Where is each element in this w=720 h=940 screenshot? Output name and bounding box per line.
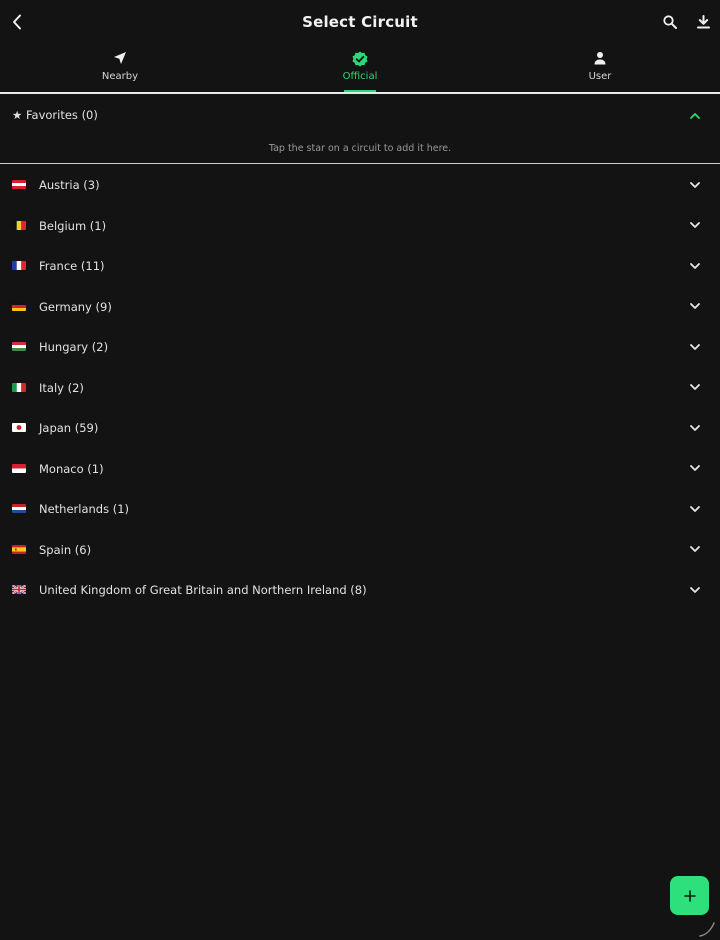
chevron-down-icon	[690, 343, 700, 350]
italy-flag-icon	[12, 382, 26, 392]
country-label: France (11)	[39, 259, 105, 273]
country-row-monaco[interactable]: Monaco (1)	[0, 449, 720, 490]
tab-bar: Nearby Official User	[0, 46, 720, 94]
country-label: Japan (59)	[39, 421, 99, 435]
tab-official[interactable]: Official	[240, 46, 480, 92]
tab-nearby[interactable]: Nearby	[0, 46, 240, 92]
chevron-up-icon	[690, 112, 700, 119]
download-icon	[696, 15, 710, 29]
country-label: Italy (2)	[39, 380, 84, 395]
country-label: Spain (6)	[39, 542, 92, 557]
country-row-japan[interactable]: Japan (59)	[0, 408, 720, 449]
country-row-netherlands[interactable]: Netherlands (1)	[0, 489, 720, 530]
chevron-down-icon	[690, 384, 700, 390]
country-label: Belgium (1)	[39, 218, 107, 233]
country-row-united-kingdom[interactable]: United Kingdom of Great Britain and Nort…	[0, 570, 720, 611]
chevron-down-icon	[690, 303, 700, 309]
country-row-germany[interactable]: Germany (9)	[0, 287, 720, 328]
country-label: Hungary (2)	[39, 340, 109, 354]
country-label: Germany (9)	[39, 299, 112, 314]
tab-nearby-label: Nearby	[101, 71, 139, 82]
search-button[interactable]	[659, 11, 681, 33]
netherlands-flag-icon	[12, 504, 26, 513]
country-label: United Kingdom of Great Britain and Nort…	[39, 583, 367, 597]
chevron-down-icon	[690, 586, 700, 593]
country-label: Austria (3)	[39, 178, 100, 192]
spain-flag-icon	[12, 544, 26, 554]
verified-check-icon	[352, 51, 368, 67]
page-title: Select Circuit	[302, 13, 418, 31]
germany-flag-icon	[12, 301, 26, 311]
download-button[interactable]	[692, 11, 714, 33]
country-row-hungary[interactable]: Hungary (2)	[0, 327, 720, 368]
add-circuit-button[interactable]	[670, 876, 709, 915]
country-label: Monaco (1)	[39, 461, 104, 476]
country-label: Netherlands (1)	[39, 502, 130, 516]
search-icon	[663, 15, 677, 29]
select-circuit-screen: Select Circuit Nearby Official User ★ Fa…	[0, 0, 720, 940]
favorites-hint: Tap the star on a circuit to add it here…	[268, 143, 452, 154]
chevron-down-icon	[690, 222, 700, 228]
country-row-austria[interactable]: Austria (3)	[0, 165, 720, 206]
hungary-flag-icon	[12, 342, 26, 351]
chevron-down-icon	[690, 262, 700, 269]
corner-resize-icon	[699, 922, 715, 937]
country-list: Austria (3) Belgium (1) France (11) Germ…	[0, 165, 720, 611]
chevron-down-icon	[690, 424, 700, 431]
favorites-label: ★ Favorites (0)	[12, 108, 98, 122]
chevron-down-icon	[690, 181, 700, 188]
uk-flag-icon	[12, 585, 26, 594]
country-row-spain[interactable]: Spain (6)	[0, 530, 720, 571]
chevron-down-icon	[690, 546, 700, 552]
favorites-divider	[0, 163, 720, 164]
japan-flag-icon	[12, 423, 26, 432]
navigation-arrow-icon	[114, 52, 126, 64]
app-header: Select Circuit	[0, 0, 720, 46]
austria-flag-icon	[12, 180, 26, 189]
favorites-header[interactable]: ★ Favorites (0)	[0, 96, 720, 134]
person-icon	[594, 52, 606, 65]
france-flag-icon	[12, 261, 26, 270]
belgium-flag-icon	[12, 220, 26, 230]
tab-user-label: User	[588, 71, 612, 82]
tab-user[interactable]: User	[480, 46, 720, 92]
country-row-belgium[interactable]: Belgium (1)	[0, 206, 720, 247]
chevron-down-icon	[690, 505, 700, 512]
country-row-italy[interactable]: Italy (2)	[0, 368, 720, 409]
monaco-flag-icon	[12, 463, 26, 473]
plus-icon	[683, 889, 696, 902]
chevron-down-icon	[690, 465, 700, 471]
active-tab-indicator	[344, 90, 376, 92]
country-row-france[interactable]: France (11)	[0, 246, 720, 287]
tab-official-label: Official	[342, 71, 378, 82]
